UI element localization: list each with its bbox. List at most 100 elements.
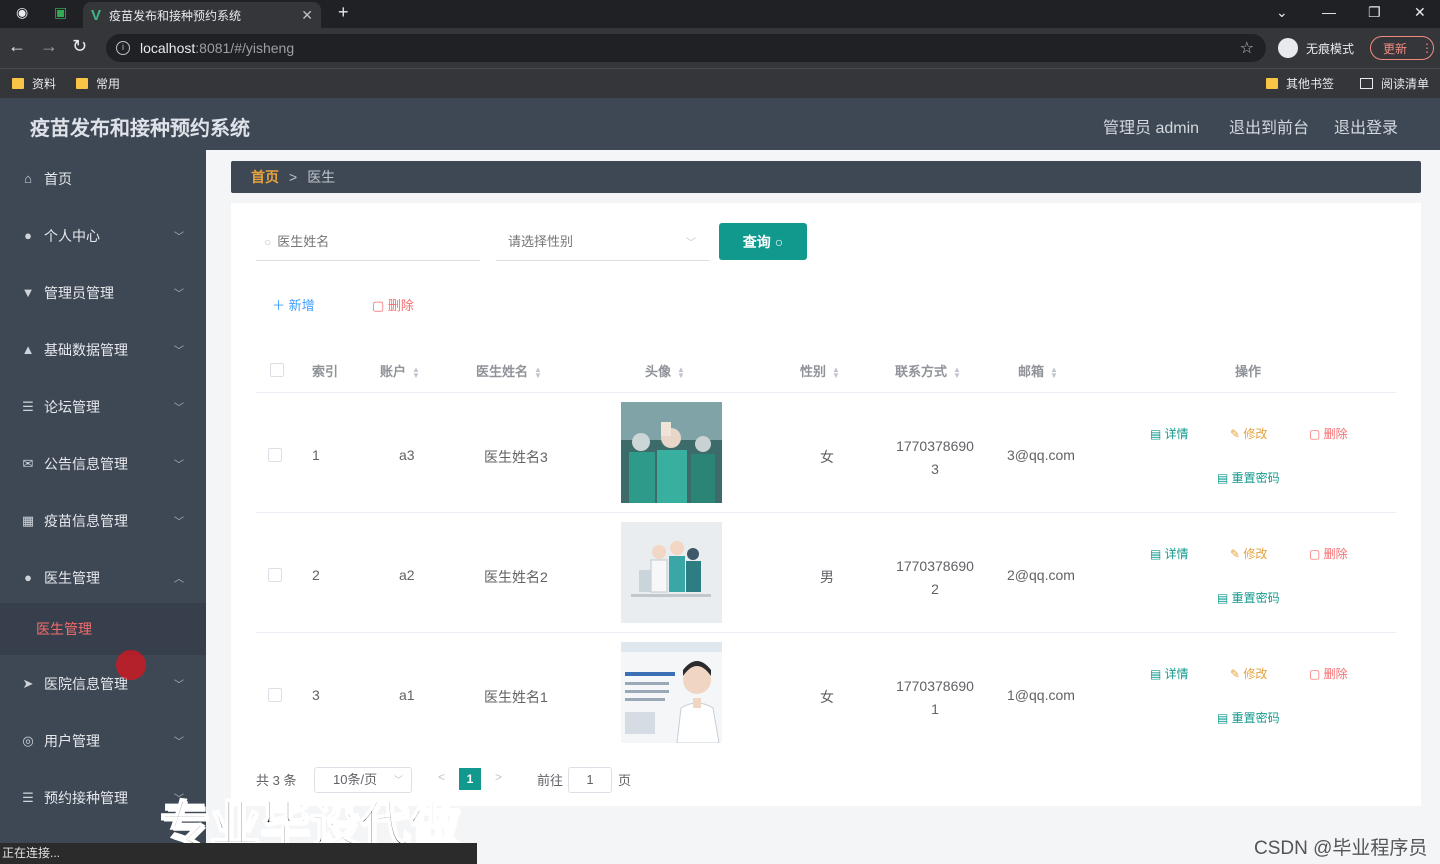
gender-select-input[interactable] xyxy=(508,234,688,249)
sidebar-item-basedata[interactable]: ▲ 基础数据管理 ﹀ xyxy=(0,321,206,378)
forward-icon[interactable]: → xyxy=(40,36,58,57)
edit-button[interactable]: ✎ 修改 xyxy=(1230,545,1267,562)
edit-label: 修改 xyxy=(1243,547,1268,561)
sort-icon[interactable]: ▲ ▼ xyxy=(832,365,840,379)
prev-page-icon[interactable]: < xyxy=(438,770,445,784)
trash-icon: ▢ xyxy=(372,298,388,313)
reset-password-button[interactable]: ▤ 重置密码 xyxy=(1217,589,1280,606)
reading-list-icon xyxy=(1360,78,1373,89)
url-bar[interactable]: i localhost :8081/#/yisheng ☆ xyxy=(106,34,1266,62)
delete-button[interactable]: ▢ 删除 xyxy=(1309,425,1348,442)
header-index: 索引 xyxy=(312,364,339,379)
header-email[interactable]: 邮箱 ▲ ▼ xyxy=(1018,361,1058,380)
bookmark-ziliao[interactable]: 资料 xyxy=(12,75,56,92)
grid-icon: ▦ xyxy=(21,512,35,528)
chevron-down-icon: ﹀ xyxy=(686,238,696,249)
sidebar-item-vaccine[interactable]: ▦ 疫苗信息管理 ﹀ xyxy=(0,492,206,549)
cell-name: 医生姓名2 xyxy=(484,569,548,585)
incognito-icon xyxy=(1278,38,1298,58)
chevron-up-icon: ︿ xyxy=(174,574,184,585)
table-row: 3 a1 医生姓名1 女 1770378690 1 1@qq.com ▤ 详情 ✎… xyxy=(256,632,1396,752)
doctor-name-input[interactable] xyxy=(277,234,458,249)
header-account-label: 账户 xyxy=(380,364,407,379)
row-checkbox[interactable] xyxy=(268,568,282,582)
sidebar-item-notice[interactable]: ✉ 公告信息管理 ﹀ xyxy=(0,435,206,492)
breadcrumb: 首页 > 医生 xyxy=(231,161,1421,193)
header-phone[interactable]: 联系方式 ▲ ▼ xyxy=(895,361,961,380)
header-gender[interactable]: 性别 ▲ ▼ xyxy=(800,361,840,380)
front-link[interactable]: 退出到前台 xyxy=(1229,114,1309,138)
cell-index: 2 xyxy=(312,567,320,583)
bookmark-other[interactable]: 其他书签 xyxy=(1266,75,1334,92)
reload-icon[interactable]: ↻ xyxy=(72,36,87,57)
header-avatar-label: 头像 xyxy=(645,364,672,379)
cell-email: 3@qq.com xyxy=(1007,447,1075,463)
edit-button[interactable]: ✎ 修改 xyxy=(1230,425,1267,442)
app-title: 疫苗发布和接种预约系统 xyxy=(30,118,250,140)
batch-delete-button[interactable]: ▢ 删除 xyxy=(372,295,414,314)
reading-list[interactable]: 阅读清单 xyxy=(1360,75,1429,92)
restore-icon[interactable]: ❐ xyxy=(1368,4,1381,21)
minimize-icon[interactable]: — xyxy=(1322,4,1336,20)
edit-button[interactable]: ✎ 修改 xyxy=(1230,665,1267,682)
sidebar-item-doctor[interactable]: ● 医生管理 ︿ xyxy=(0,549,206,606)
status-bar: 正在连接... xyxy=(0,843,477,864)
breadcrumb-home[interactable]: 首页 xyxy=(251,167,279,187)
reset-password-button[interactable]: ▤ 重置密码 xyxy=(1217,709,1280,726)
update-button[interactable]: 更新 ⋮ xyxy=(1370,36,1434,60)
chevron-down-icon: ﹀ xyxy=(174,460,184,471)
sidebar-item-user[interactable]: ◎ 用户管理 ﹀ xyxy=(0,712,206,769)
doctor-name-search[interactable]: ○ xyxy=(256,223,480,261)
back-icon[interactable]: ← xyxy=(8,36,26,57)
goto-page-input[interactable]: 1 xyxy=(568,767,612,793)
incognito-label: 无痕模式 xyxy=(1306,41,1355,56)
sidebar-item-personal[interactable]: ● 个人中心 ﹀ xyxy=(0,207,206,264)
add-button[interactable]: ＋ 新增 xyxy=(272,295,315,314)
row-checkbox[interactable] xyxy=(268,688,282,702)
sidebar-subitem-doctor[interactable]: 医生管理 xyxy=(0,603,206,655)
delete-button[interactable]: ▢ 删除 xyxy=(1309,545,1348,562)
logout-link[interactable]: 退出登录 xyxy=(1334,114,1398,138)
folder-icon xyxy=(12,78,24,89)
sidebar-item-admin[interactable]: ▼ 管理员管理 ﹀ xyxy=(0,264,206,321)
bookmark-changyong[interactable]: 常用 xyxy=(76,75,120,92)
new-tab-icon[interactable]: + xyxy=(338,2,349,23)
header-account[interactable]: 账户 ▲ ▼ xyxy=(380,361,420,380)
app-tab-icon[interactable]: ▣ xyxy=(54,4,67,21)
delete-button[interactable]: ▢ 删除 xyxy=(1309,665,1348,682)
header-avatar[interactable]: 头像 ▲ ▼ xyxy=(645,361,685,380)
header-actions: 操作 xyxy=(1235,364,1262,379)
sidebar-item-forum[interactable]: ☰ 论坛管理 ﹀ xyxy=(0,378,206,435)
sort-icon[interactable]: ▲ ▼ xyxy=(1050,365,1058,379)
info-icon[interactable]: i xyxy=(116,41,130,55)
sort-icon[interactable]: ▲ ▼ xyxy=(677,365,685,379)
close-tab-icon[interactable]: ✕ xyxy=(301,7,313,24)
detail-button[interactable]: ▤ 详情 xyxy=(1150,665,1189,682)
page-number-current[interactable]: 1 xyxy=(459,768,481,790)
csdn-watermark: CSDN @毕业程序员 xyxy=(1254,838,1428,859)
query-button[interactable]: 查询 ○ xyxy=(719,223,807,260)
reset-password-button[interactable]: ▤ 重置密码 xyxy=(1217,469,1280,486)
sort-icon[interactable]: ▲ ▼ xyxy=(412,365,420,379)
gender-select[interactable]: ﹀ xyxy=(496,223,710,261)
incognito-indicator[interactable]: 无痕模式 xyxy=(1278,34,1354,62)
sidebar-item-home[interactable]: ⌂ 首页 xyxy=(0,150,206,207)
close-window-icon[interactable]: ✕ xyxy=(1414,4,1426,21)
detail-button[interactable]: ▤ 详情 xyxy=(1150,545,1189,562)
sidebar-item-hospital[interactable]: ➤ 医院信息管理 ﹀ xyxy=(0,655,206,712)
delete-label: 删除 xyxy=(1323,547,1348,561)
star-icon[interactable]: ☆ xyxy=(1240,38,1254,58)
next-page-icon[interactable]: > xyxy=(495,770,502,784)
row-checkbox[interactable] xyxy=(268,448,282,462)
select-all-checkbox[interactable] xyxy=(270,363,284,377)
url-host: localhost xyxy=(140,40,196,56)
circle-icon: ◎ xyxy=(22,732,34,748)
chevron-down-icon[interactable]: ⌄ xyxy=(1276,4,1288,21)
sort-icon[interactable]: ▲ ▼ xyxy=(953,365,961,379)
admin-icon: ▼ xyxy=(21,285,35,300)
browser-tab[interactable]: V 疫苗发布和接种预约系统 ✕ xyxy=(83,2,321,28)
query-label: 查询 xyxy=(742,233,771,250)
detail-button[interactable]: ▤ 详情 xyxy=(1150,425,1189,442)
sort-icon[interactable]: ▲ ▼ xyxy=(534,365,542,379)
header-name[interactable]: 医生姓名 ▲ ▼ xyxy=(476,361,542,380)
